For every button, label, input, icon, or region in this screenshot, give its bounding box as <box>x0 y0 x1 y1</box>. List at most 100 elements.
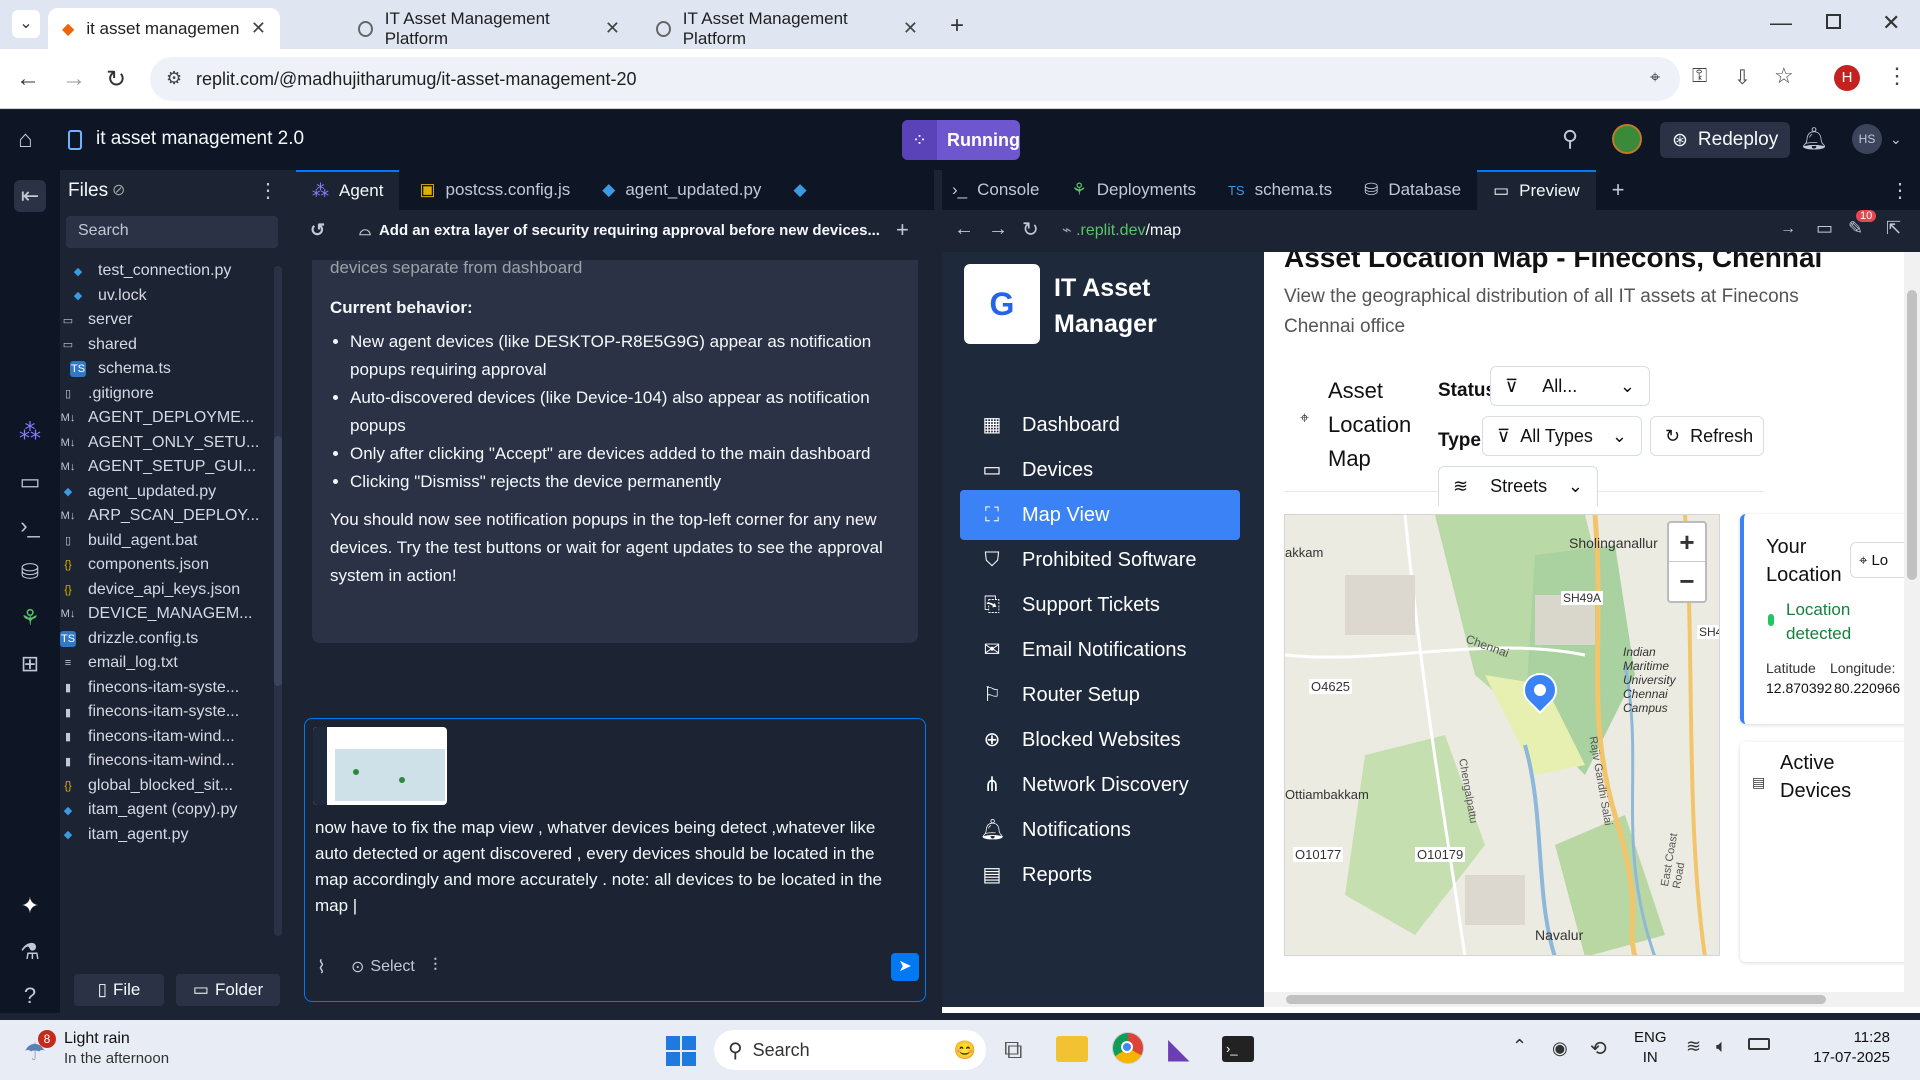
help-icon[interactable]: ? <box>14 980 46 1012</box>
redeploy-button[interactable]: ⊛ Redeploy <box>1660 122 1791 158</box>
map-view[interactable]: akkam Sholinganallur SH49A SH49 Chennai … <box>1284 514 1720 956</box>
visual-studio-icon[interactable]: ◣ <box>1168 1032 1190 1065</box>
tab-schema[interactable]: TS schema.ts <box>1212 170 1348 210</box>
nav-item-support-tickets[interactable]: ⎘ Support Tickets <box>960 580 1240 630</box>
nav-item-router-setup[interactable]: ⚐ Router Setup <box>960 670 1240 720</box>
tab-list-dropdown-icon[interactable]: ⌄ <box>12 10 40 38</box>
chrome-icon[interactable] <box>1112 1032 1144 1064</box>
tab-overflow[interactable]: ◆ <box>777 170 822 210</box>
file-explorer-icon[interactable] <box>1056 1036 1088 1062</box>
file-tree-scrollbar[interactable] <box>274 266 282 936</box>
new-file-button[interactable]: ▯ File <box>74 974 164 1006</box>
terminal-icon[interactable]: ›_ <box>1222 1036 1254 1062</box>
site-info-icon[interactable]: ⚙ <box>166 68 182 89</box>
nav-item-reports[interactable]: ▤ Reports <box>960 850 1240 900</box>
task-view-icon[interactable]: ⧉ <box>1004 1034 1023 1066</box>
agent-composer[interactable]: now have to fix the map view , whatver d… <box>304 718 926 1002</box>
nav-item-map-view[interactable]: ⛶ Map View <box>960 490 1240 540</box>
new-tab-icon[interactable]: + <box>950 12 964 40</box>
password-key-icon[interactable]: ⚿ <box>1692 65 1707 88</box>
scroll-thumb[interactable] <box>1907 290 1917 580</box>
locate-button[interactable]: ⌖ Lo <box>1850 542 1910 578</box>
select-element-button[interactable]: ⊙ Select <box>351 957 415 977</box>
add-tab-icon[interactable]: + <box>1596 170 1641 210</box>
send-button[interactable]: ➤ <box>891 953 919 981</box>
preview-url-bar[interactable]: ⌁ .replit.dev/map <box>1056 216 1796 246</box>
new-folder-button[interactable]: ▭ Folder <box>176 974 280 1006</box>
bookmark-star-icon[interactable]: ☆ <box>1774 63 1794 89</box>
browser-tab-itam-2[interactable]: IT Asset Management Platform ✕ <box>642 8 932 49</box>
start-button[interactable] <box>666 1036 696 1066</box>
back-icon[interactable]: ← <box>16 65 40 93</box>
scroll-thumb[interactable] <box>1286 995 1826 1004</box>
open-new-tab-icon[interactable]: ⇱ <box>1886 218 1901 239</box>
horizontal-scrollbar[interactable] <box>1264 992 1920 1007</box>
location-icon[interactable]: ⌖ <box>1650 67 1660 88</box>
vertical-scrollbar[interactable] <box>1904 252 1920 992</box>
tab-deployments[interactable]: ⚘ Deployments <box>1056 170 1212 210</box>
run-button[interactable]: ⁘ Running <box>902 120 1020 160</box>
nav-item-prohibited-software[interactable]: ⛉ Prohibited Software <box>960 535 1240 585</box>
volume-icon[interactable]: 🔈︎ <box>1716 1036 1727 1057</box>
type-select[interactable]: ⊽ All Types ⌄ <box>1482 416 1642 456</box>
nav-item-blocked-websites[interactable]: ⊕ Blocked Websites <box>960 715 1240 765</box>
nav-item-devices[interactable]: ▭ Devices <box>960 445 1240 495</box>
shell-icon[interactable]: ›_ <box>14 510 46 542</box>
wifi-icon[interactable]: ≋ <box>1686 1036 1701 1057</box>
address-bar[interactable]: ⚙ replit.com/@madhujitharumug/it-asset-m… <box>150 57 1680 101</box>
status-select[interactable]: ⊽ All... ⌄ <box>1490 366 1650 406</box>
project-name[interactable]: it asset management 2.0 <box>96 128 304 150</box>
thread-title[interactable]: Add an extra layer of security requiring… <box>379 222 880 239</box>
language-indicator[interactable]: ENG IN <box>1634 1028 1667 1068</box>
attach-icon[interactable]: ⌇ <box>317 957 326 978</box>
nav-item-network-discovery[interactable]: ⋔ Network Discovery <box>960 760 1240 810</box>
battery-icon[interactable] <box>1748 1038 1770 1050</box>
search-icon[interactable]: ⚲ <box>1562 126 1578 152</box>
tray-overflow-icon[interactable]: ⌃ <box>1512 1036 1527 1057</box>
all-tools-icon[interactable]: ⊞ <box>14 648 46 680</box>
profile-avatar[interactable]: H <box>1834 65 1860 91</box>
browser-menu-icon[interactable]: ⋮ <box>1886 63 1908 89</box>
close-tab-icon[interactable]: ✕ <box>605 18 620 39</box>
weather-widget[interactable]: ☂ 8 Light rain In the afternoon <box>20 1028 220 1072</box>
panel-menu-icon[interactable]: ⋮ <box>1890 178 1910 203</box>
forward-icon[interactable]: → <box>988 218 1008 241</box>
devices-icon[interactable]: ▭ <box>1816 218 1833 239</box>
minimize-icon[interactable]: — <box>1770 10 1792 36</box>
new-thread-icon[interactable]: + <box>896 217 909 243</box>
tab-agent[interactable]: ⁂ Agent <box>296 170 400 210</box>
layer-select[interactable]: ≋ Streets ⌄ <box>1438 466 1598 506</box>
close-tab-icon[interactable]: ✕ <box>903 18 918 39</box>
file-tree-item[interactable]: ◆ itam_agent.py <box>60 820 274 850</box>
taskbar-search[interactable]: ⚲ Search 😊 <box>714 1030 986 1070</box>
tab-console[interactable]: ›_ Console <box>942 170 1056 210</box>
attached-screenshot[interactable] <box>313 727 447 805</box>
go-icon[interactable]: → <box>1780 220 1796 238</box>
tab-database[interactable]: ⛁ Database <box>1348 170 1477 210</box>
tab-postcss-config[interactable]: ▣ postcss.config.js <box>403 170 586 210</box>
tray-sync-icon[interactable]: ⟲ <box>1590 1036 1607 1061</box>
prompt-input[interactable]: now have to fix the map view , whatver d… <box>315 815 911 919</box>
sparkle-icon[interactable]: ✦ <box>14 890 46 922</box>
files-search-input[interactable]: Search <box>66 216 278 248</box>
collaborator-avatar[interactable] <box>1612 124 1642 154</box>
home-icon[interactable]: ⌂ <box>18 126 33 154</box>
sidebar-toggle-icon[interactable]: ⇤ <box>14 180 46 212</box>
agent-icon[interactable]: ⁂ <box>14 416 46 448</box>
files-menu-icon[interactable]: ⋮ <box>258 178 278 203</box>
reload-icon[interactable]: ↻ <box>1022 217 1039 242</box>
install-app-icon[interactable]: ⇩ <box>1734 65 1751 90</box>
tab-agent-updated[interactable]: ◆ agent_updated.py <box>586 170 777 210</box>
history-icon[interactable]: ↺ <box>310 220 325 241</box>
maximize-icon[interactable] <box>1826 14 1841 29</box>
theme-icon[interactable]: ⚗ <box>14 936 46 968</box>
scroll-thumb[interactable] <box>274 436 282 686</box>
refresh-button[interactable]: ↻ Refresh <box>1650 416 1764 456</box>
close-tab-icon[interactable]: ✕ <box>251 18 266 39</box>
tray-app-icon[interactable]: ◉ <box>1552 1038 1568 1059</box>
settings-sliders-icon[interactable]: ⫶ <box>433 955 438 976</box>
user-menu[interactable]: HS ⌄ <box>1852 124 1902 154</box>
notifications-bell-icon[interactable]: 🔔︎ <box>1800 126 1828 152</box>
close-window-icon[interactable]: ✕ <box>1882 10 1900 36</box>
zoom-in-button[interactable]: + <box>1669 523 1705 562</box>
